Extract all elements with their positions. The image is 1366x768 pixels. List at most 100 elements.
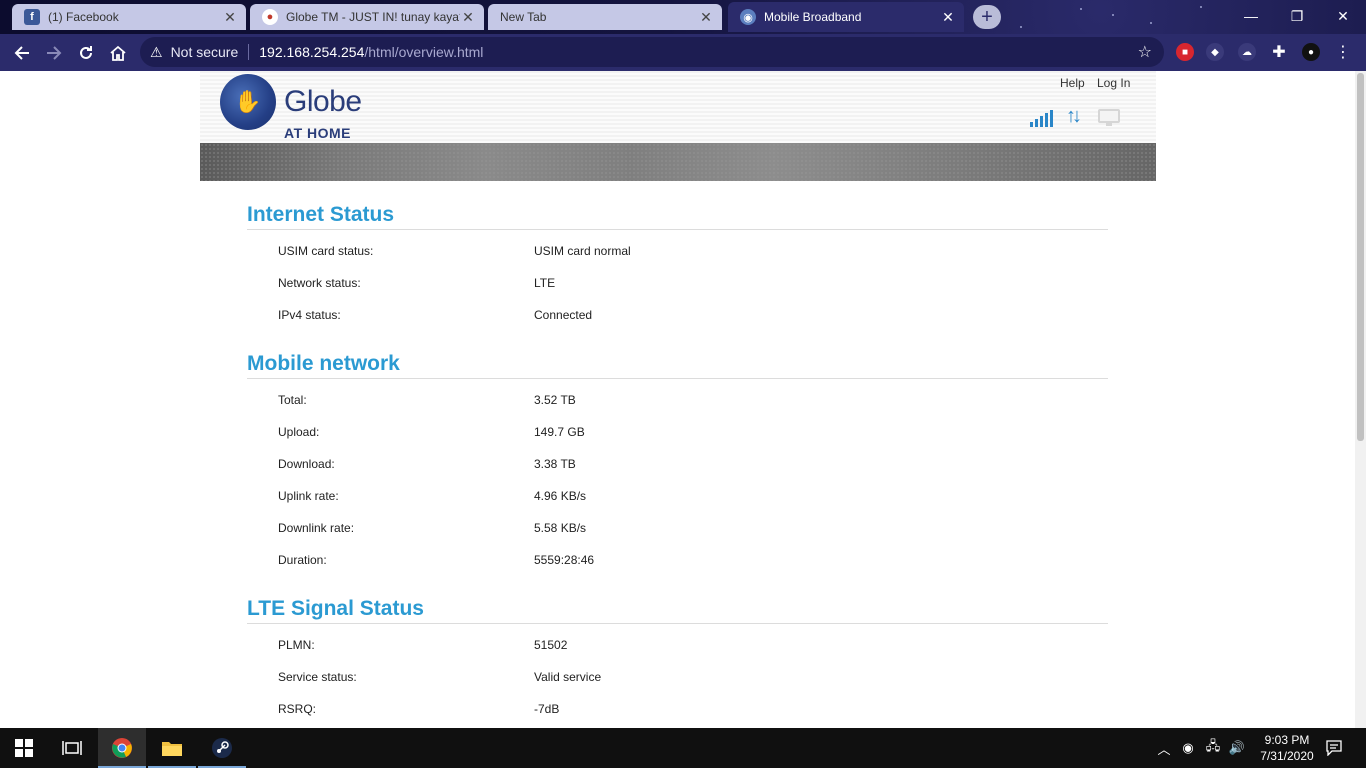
help-link[interactable]: Help bbox=[1060, 76, 1085, 90]
tab-title: (1) Facebook bbox=[48, 10, 119, 24]
chrome-icon bbox=[112, 738, 132, 758]
extension-icon[interactable]: ◆ bbox=[1206, 43, 1224, 61]
extension-cloud-icon[interactable]: ☁ bbox=[1238, 43, 1256, 61]
divider bbox=[247, 378, 1108, 379]
volume-icon[interactable]: 🔊 bbox=[1226, 728, 1248, 768]
row-value: LTE bbox=[534, 276, 556, 290]
browser-tab-strip: f (1) Facebook ✕ ● Globe TM - JUST IN! t… bbox=[0, 0, 1366, 34]
tab-facebook[interactable]: f (1) Facebook ✕ bbox=[12, 4, 246, 30]
divider bbox=[247, 229, 1108, 230]
reload-icon bbox=[80, 46, 92, 59]
header-banner bbox=[200, 143, 1156, 181]
forward-arrow-icon bbox=[47, 46, 62, 60]
url-path: /html/overview.html bbox=[364, 44, 484, 60]
home-icon bbox=[110, 45, 126, 61]
status-row: Network status: LTE bbox=[247, 266, 1108, 298]
status-row: IPv4 status: Connected bbox=[247, 298, 1108, 330]
row-label: Service status: bbox=[278, 670, 357, 684]
security-label[interactable]: Not secure bbox=[171, 44, 239, 60]
row-label: PLMN: bbox=[278, 638, 315, 652]
row-label: Duration: bbox=[278, 553, 327, 567]
page-viewport: ✋ Globe AT HOME Help Log In ↑↓ Internet … bbox=[0, 71, 1366, 728]
status-row: Uplink rate: 4.96 KB/s bbox=[247, 479, 1108, 511]
scrollbar-thumb[interactable] bbox=[1357, 73, 1364, 441]
row-label: Downlink rate: bbox=[278, 521, 355, 535]
taskbar-file-explorer[interactable] bbox=[148, 728, 196, 768]
back-arrow-icon bbox=[14, 46, 29, 60]
tab-globe-tm[interactable]: ● Globe TM - JUST IN! tunay kaya? ✕ bbox=[250, 4, 484, 30]
browser-toolbar: ⚠ Not secure 192.168.254.254/html/overvi… bbox=[0, 34, 1366, 71]
row-label: IPv4 status: bbox=[278, 308, 341, 322]
connected-device-icon bbox=[1098, 109, 1126, 127]
router-header: ✋ Globe AT HOME Help Log In ↑↓ bbox=[200, 71, 1156, 143]
restore-button[interactable]: ❐ bbox=[1274, 0, 1320, 32]
row-value: Valid service bbox=[534, 670, 602, 684]
taskbar-chrome[interactable] bbox=[98, 728, 146, 768]
close-window-button[interactable]: ✕ bbox=[1320, 0, 1366, 32]
divider bbox=[247, 623, 1108, 624]
row-label: Upload: bbox=[278, 425, 320, 439]
divider bbox=[248, 44, 250, 60]
show-hidden-icons-button[interactable]: ︿ bbox=[1154, 728, 1174, 768]
row-value: -7dB bbox=[534, 702, 560, 716]
taskbar-steam[interactable] bbox=[198, 728, 246, 768]
extensions-puzzle-icon[interactable]: ✚ bbox=[1270, 43, 1288, 61]
task-view-icon bbox=[62, 741, 82, 755]
background-star bbox=[1112, 14, 1114, 16]
menu-kebab-icon[interactable]: ⋮ bbox=[1334, 43, 1352, 61]
tab-title: New Tab bbox=[500, 10, 547, 24]
warning-icon[interactable]: ⚠ bbox=[150, 44, 163, 61]
url-host: 192.168.254.254 bbox=[259, 44, 365, 60]
status-row: USIM card status: USIM card normal bbox=[247, 234, 1108, 266]
row-label: USIM card status: bbox=[278, 244, 374, 258]
action-center-icon bbox=[1326, 740, 1342, 756]
row-value: 3.52 TB bbox=[534, 393, 576, 407]
background-star bbox=[1150, 22, 1152, 24]
windows-logo-icon bbox=[15, 739, 33, 757]
page-scrollbar[interactable] bbox=[1355, 71, 1366, 728]
notifications-icon[interactable] bbox=[1320, 728, 1348, 768]
section-title-mobile-network: Mobile network bbox=[247, 352, 400, 375]
windows-taskbar: ︿ ◉ 🖧 🔊 9:03 PM 7/31/2020 bbox=[0, 728, 1366, 768]
tab-title: Mobile Broadband bbox=[764, 10, 862, 24]
row-label: Network status: bbox=[278, 276, 361, 290]
home-button[interactable] bbox=[104, 39, 132, 67]
address-bar[interactable]: ⚠ Not secure 192.168.254.254/html/overvi… bbox=[140, 37, 1164, 67]
row-value: USIM card normal bbox=[534, 244, 631, 258]
tab-new-tab[interactable]: New Tab ✕ bbox=[488, 4, 722, 30]
back-button[interactable] bbox=[8, 39, 36, 67]
task-view-button[interactable] bbox=[48, 728, 96, 768]
system-clock[interactable]: 9:03 PM 7/31/2020 bbox=[1252, 732, 1322, 764]
close-icon[interactable]: ✕ bbox=[698, 9, 714, 25]
clock-date: 7/31/2020 bbox=[1260, 749, 1314, 763]
close-icon[interactable]: ✕ bbox=[222, 9, 238, 25]
background-star bbox=[1080, 8, 1082, 10]
reload-button[interactable] bbox=[72, 39, 100, 67]
steam-tray-icon[interactable]: ◉ bbox=[1178, 728, 1198, 768]
login-link[interactable]: Log In bbox=[1097, 76, 1130, 90]
extension-adblock-icon[interactable]: ■ bbox=[1176, 43, 1194, 61]
row-label: RSRQ: bbox=[278, 702, 317, 716]
new-tab-button[interactable]: + bbox=[973, 5, 1001, 29]
start-button[interactable] bbox=[0, 728, 48, 768]
close-icon[interactable]: ✕ bbox=[460, 9, 476, 25]
data-transfer-icon: ↑↓ bbox=[1066, 105, 1082, 127]
minimize-button[interactable]: — bbox=[1228, 0, 1274, 32]
forward-button[interactable] bbox=[40, 39, 68, 67]
signal-strength-icon bbox=[1030, 109, 1056, 127]
profile-avatar[interactable]: ● bbox=[1302, 43, 1320, 61]
tab-mobile-broadband[interactable]: ◉ Mobile Broadband ✕ bbox=[728, 2, 964, 32]
facebook-icon: f bbox=[24, 9, 40, 25]
status-row: Downlink rate: 5.58 KB/s bbox=[247, 511, 1108, 543]
overview-content: Internet Status USIM card status: USIM ca… bbox=[247, 181, 1108, 724]
row-value: Connected bbox=[534, 308, 593, 322]
globe-tm-icon: ● bbox=[262, 9, 278, 25]
close-icon[interactable]: ✕ bbox=[940, 9, 956, 25]
network-icon[interactable]: 🖧 bbox=[1202, 728, 1224, 768]
background-star bbox=[1200, 6, 1202, 8]
status-row: PLMN: 51502 bbox=[247, 628, 1108, 660]
clock-time: 9:03 PM bbox=[1264, 733, 1310, 747]
status-row: RSRQ: -7dB bbox=[247, 692, 1108, 724]
status-row: Duration: 5559:28:46 bbox=[247, 543, 1108, 575]
bookmark-star-icon[interactable]: ☆ bbox=[1138, 42, 1152, 62]
